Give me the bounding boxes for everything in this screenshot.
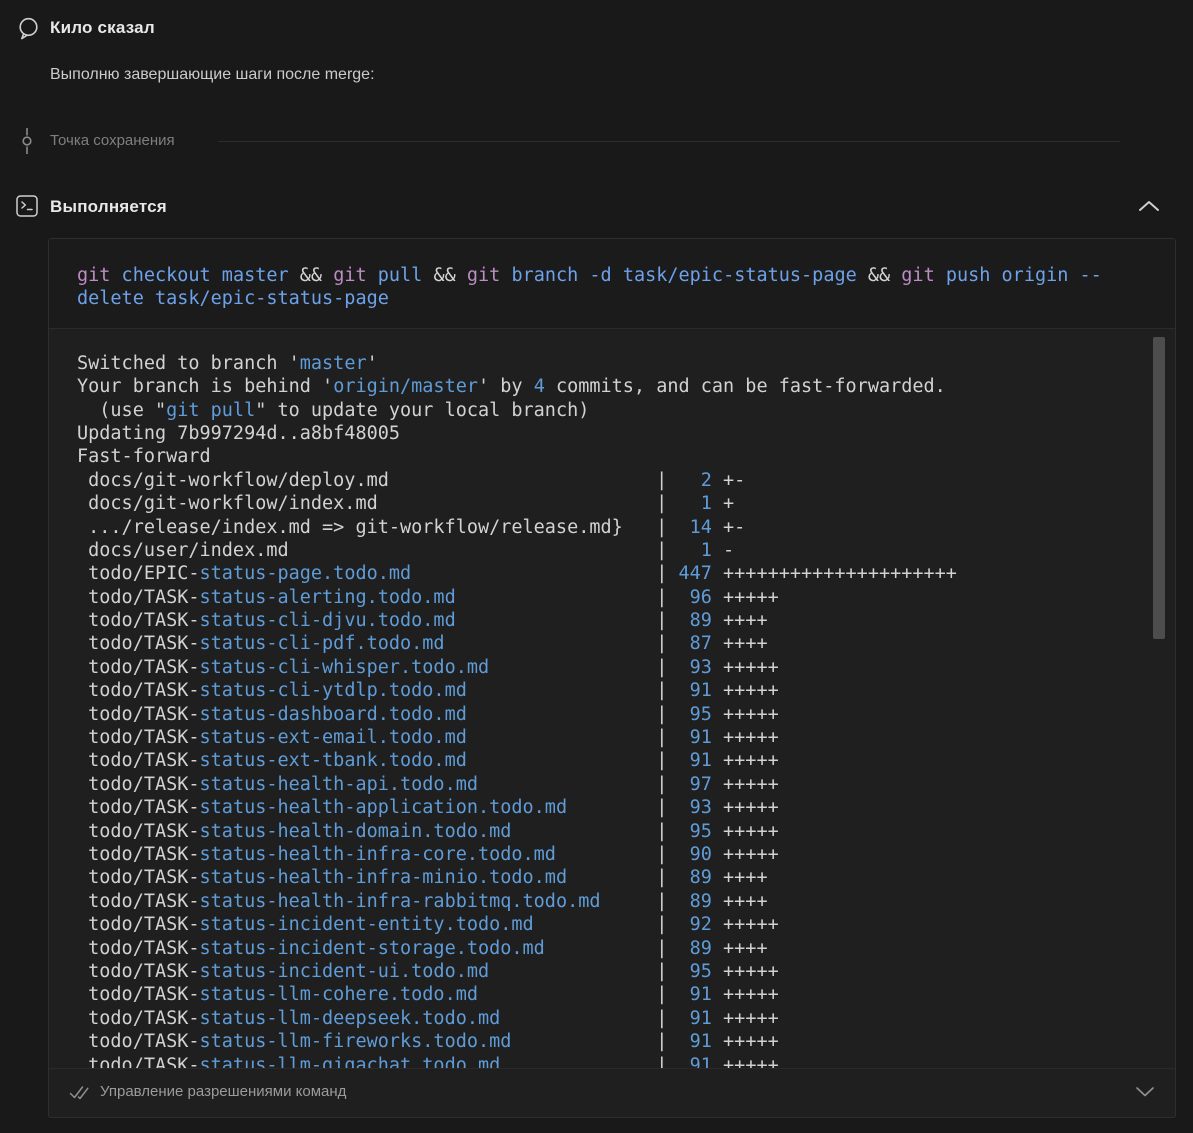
terminal-line: todo/TASK-status-health-domain.todo.md |… — [77, 820, 1175, 843]
terminal-line: docs/git-workflow/index.md | 1 + — [77, 492, 1175, 515]
terminal-line: (use "git pull" to update your local bra… — [77, 399, 1175, 422]
terminal-line: Fast-forward — [77, 445, 1175, 468]
terminal-line: todo/TASK-status-llm-deepseek.todo.md | … — [77, 1007, 1175, 1030]
terminal-line: todo/TASK-status-health-api.todo.md | 97… — [77, 773, 1175, 796]
terminal-line: todo/TASK-status-ext-email.todo.md | 91 … — [77, 726, 1175, 749]
check-all-icon — [69, 1084, 89, 1100]
terminal-line: Your branch is behind 'origin/master' by… — [77, 375, 1175, 398]
terminal-line: todo/TASK-status-cli-whisper.todo.md | 9… — [77, 656, 1175, 679]
terminal-panel: git checkout master && git pull && git b… — [48, 238, 1176, 1118]
comment-bubble-icon — [16, 16, 40, 40]
checkpoint-divider — [218, 141, 1120, 142]
terminal-line: Updating 7b997294d..a8bf48005 — [77, 422, 1175, 445]
terminal-line: todo/TASK-status-incident-entity.todo.md… — [77, 913, 1175, 936]
assistant-message: Выполню завершающие шаги после merge: — [50, 66, 375, 84]
terminal-line: todo/TASK-status-dashboard.todo.md | 95 … — [77, 703, 1175, 726]
chevron-down-icon[interactable] — [1135, 1086, 1155, 1098]
terminal-line: todo/TASK-status-cli-pdf.todo.md | 87 ++… — [77, 632, 1175, 655]
terminal-line: Switched to branch 'master' — [77, 352, 1175, 375]
terminal-line: todo/TASK-status-llm-cohere.todo.md | 91… — [77, 983, 1175, 1006]
command-permissions-bar[interactable]: Управление разрешениями команд — [49, 1069, 1175, 1115]
terminal-line: git checkout master && git pull && git b… — [77, 264, 1147, 287]
scrollbar-thumb[interactable] — [1153, 337, 1165, 639]
terminal-line: todo/TASK-status-ext-tbank.todo.md | 91 … — [77, 749, 1175, 772]
chevron-up-icon[interactable] — [1137, 198, 1161, 214]
checkpoint-label: Точка сохранения — [50, 132, 175, 149]
permissions-label: Управление разрешениями команд — [100, 1083, 1135, 1100]
terminal-line: docs/user/index.md | 1 - — [77, 539, 1175, 562]
terminal-line: docs/git-workflow/deploy.md | 2 +- — [77, 469, 1175, 492]
terminal-line: todo/TASK-status-alerting.todo.md | 96 +… — [77, 586, 1175, 609]
command-block: git checkout master && git pull && git b… — [49, 239, 1175, 328]
terminal-line: .../release/index.md => git-workflow/rel… — [77, 516, 1175, 539]
page-title: Кило сказал — [50, 18, 155, 38]
terminal-line: todo/TASK-status-health-infra-rabbitmq.t… — [77, 890, 1175, 913]
terminal-line: todo/EPIC-status-page.todo.md | 447 ++++… — [77, 562, 1175, 585]
execution-status-title: Выполняется — [50, 197, 167, 217]
terminal-line: todo/TASK-status-health-infra-minio.todo… — [77, 866, 1175, 889]
terminal-line: todo/TASK-status-cli-djvu.todo.md | 89 +… — [77, 609, 1175, 632]
terminal-line: todo/TASK-status-incident-ui.todo.md | 9… — [77, 960, 1175, 983]
terminal-line: todo/TASK-status-cli-ytdlp.todo.md | 91 … — [77, 679, 1175, 702]
checkpoint-row[interactable]: Точка сохранения — [0, 126, 1193, 156]
terminal-line: delete task/epic-status-page — [77, 287, 1147, 310]
terminal-line: todo/TASK-status-health-infra-core.todo.… — [77, 843, 1175, 866]
kilo-chat-view: Кило сказал Выполню завершающие шаги пос… — [0, 0, 1193, 1133]
terminal-line: todo/TASK-status-llm-fireworks.todo.md |… — [77, 1030, 1175, 1053]
terminal-output: Switched to branch 'master'Your branch i… — [49, 329, 1175, 1068]
terminal-icon — [16, 195, 38, 217]
terminal-line: todo/TASK-status-health-application.todo… — [77, 796, 1175, 819]
checkpoint-icon — [21, 128, 33, 154]
terminal-line: todo/TASK-status-llm-gigachat.todo.md | … — [77, 1054, 1175, 1068]
terminal-line: todo/TASK-status-incident-storage.todo.m… — [77, 937, 1175, 960]
terminal-output-text: Switched to branch 'master'Your branch i… — [49, 329, 1175, 1068]
